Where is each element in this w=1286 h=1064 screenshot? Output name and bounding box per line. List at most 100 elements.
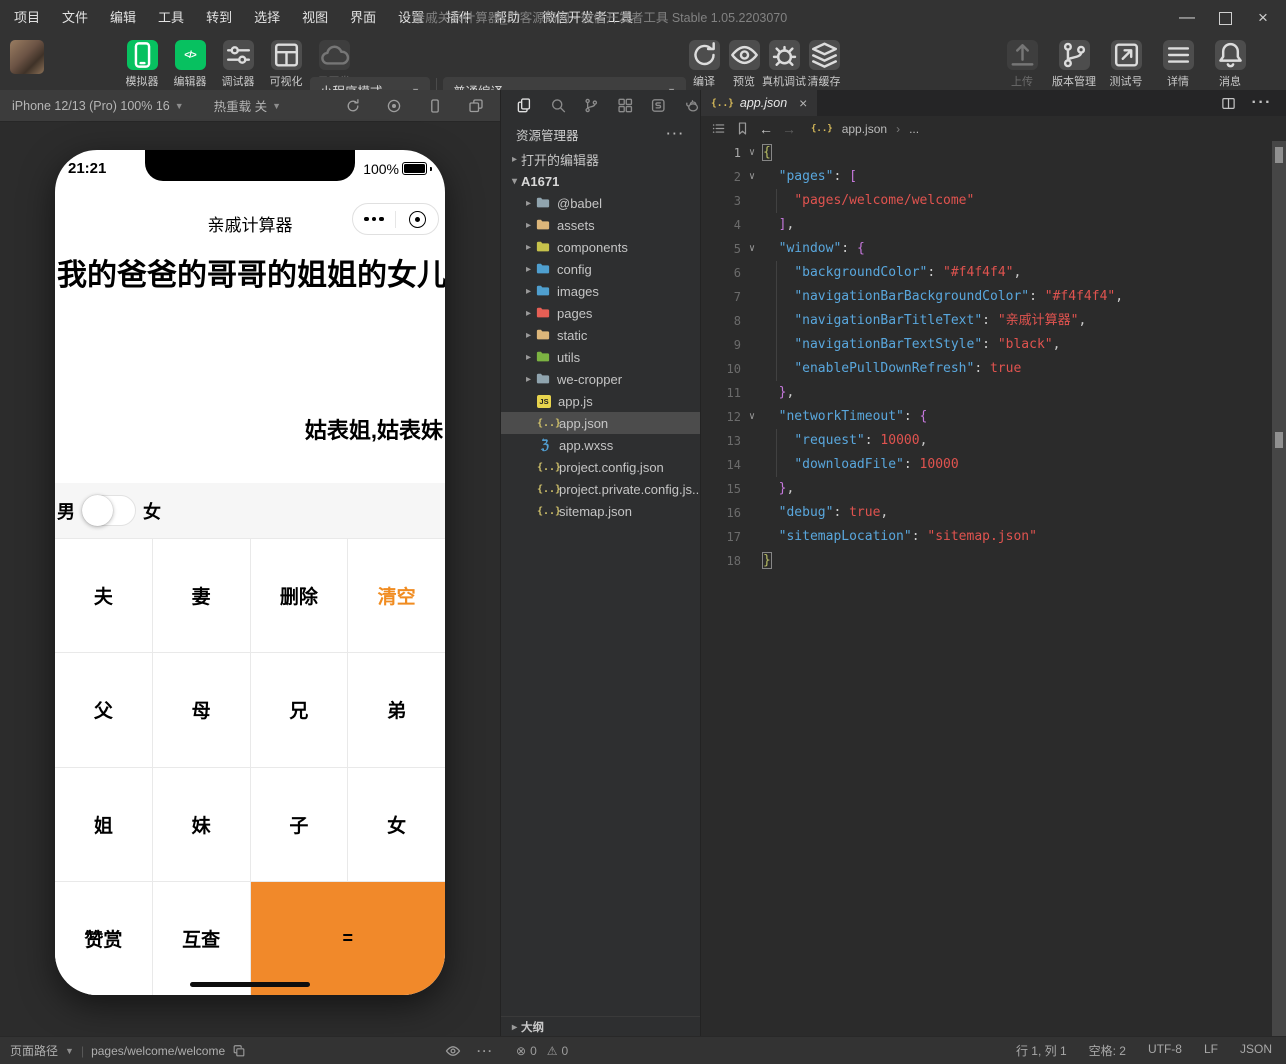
file-project.private.config.js...[interactable]: {..}project.private.config.js... [501, 478, 700, 500]
storage-icon[interactable] [650, 97, 667, 114]
explorer-more-button[interactable]: ··· [667, 127, 686, 141]
more-icon[interactable]: ··· [477, 1044, 494, 1058]
hot-reload-toggle[interactable]: 热重载 关 [214, 96, 267, 115]
key-=[interactable]: = [251, 882, 446, 995]
debugger-button[interactable]: 调试器 [214, 40, 262, 89]
messages-button[interactable]: 消息 [1204, 40, 1256, 89]
search-icon[interactable] [550, 97, 567, 114]
test-account-button[interactable]: 测试号 [1100, 40, 1152, 89]
tree-label: static [557, 328, 587, 343]
fold-chevron-icon[interactable]: ∨ [741, 405, 763, 429]
tree-utils[interactable]: ▸utils [501, 346, 700, 368]
fold-chevron-icon[interactable]: ∨ [741, 237, 763, 261]
key-妹[interactable]: 妹 [153, 768, 250, 881]
remote-debug-button[interactable]: 真机调试 [764, 40, 804, 89]
key-删除[interactable]: 删除 [251, 539, 348, 652]
key-兄[interactable]: 兄 [251, 653, 348, 766]
upload-label: 上传 [1011, 73, 1033, 89]
folder-icon [535, 306, 551, 320]
menu-item-选择[interactable]: 选择 [254, 0, 280, 36]
gender-switch[interactable] [82, 495, 136, 526]
tree-static[interactable]: ▸static [501, 324, 700, 346]
key-母[interactable]: 母 [153, 653, 250, 766]
status-item[interactable]: 行 1, 列 1 [1016, 1042, 1067, 1059]
key-妻[interactable]: 妻 [153, 539, 250, 652]
close-button[interactable]: × [1244, 0, 1282, 36]
more-button[interactable] [353, 204, 395, 234]
teapot-icon[interactable] [684, 97, 701, 114]
file-app.wxss[interactable]: ℨapp.wxss [501, 434, 700, 456]
branch-icon[interactable] [583, 97, 600, 114]
key-夫[interactable]: 夫 [55, 539, 152, 652]
tree-A1671[interactable]: ▾A1671 [501, 170, 700, 192]
tree-pages[interactable]: ▸pages [501, 302, 700, 324]
preview-button[interactable]: 预览 [724, 40, 764, 89]
more-actions-icon[interactable]: ··· [1252, 94, 1272, 112]
code-area[interactable]: 1∨{2∨ "pages": [3 "pages/welcome/welcome… [701, 141, 1272, 1037]
key-清空[interactable]: 清空 [348, 539, 445, 652]
file-project.config.json[interactable]: {..}project.config.json [501, 456, 700, 478]
key-弟[interactable]: 弟 [348, 653, 445, 766]
navigate-forward-icon[interactable]: → [782, 121, 796, 137]
tree-components[interactable]: ▸components [501, 236, 700, 258]
extensions-icon[interactable] [617, 97, 634, 114]
tree-we-cropper[interactable]: ▸we-cropper [501, 368, 700, 390]
device-icon[interactable] [427, 98, 443, 114]
windows-icon[interactable] [468, 98, 484, 114]
split-editor-icon[interactable] [1221, 96, 1236, 111]
visual-button[interactable]: 可视化 [262, 40, 310, 89]
device-selector[interactable]: iPhone 12/13 (Pro) 100% 16 [12, 99, 170, 113]
simulator-button[interactable]: 模拟器 [118, 40, 166, 89]
key-父[interactable]: 父 [55, 653, 152, 766]
key-互查[interactable]: 互查 [153, 882, 250, 995]
menu-item-项目[interactable]: 项目 [14, 0, 40, 36]
files-icon[interactable] [516, 97, 533, 114]
outline-list-icon[interactable] [711, 121, 726, 136]
file-app.json[interactable]: {..}app.json [501, 412, 700, 434]
refresh-icon[interactable] [345, 98, 361, 114]
key-子[interactable]: 子 [251, 768, 348, 881]
key-赞赏[interactable]: 赞赏 [55, 882, 152, 995]
menu-item-界面[interactable]: 界面 [350, 0, 376, 36]
editor-button[interactable]: </>编辑器 [166, 40, 214, 89]
key-姐[interactable]: 姐 [55, 768, 152, 881]
tree-assets[interactable]: ▸assets [501, 214, 700, 236]
bookmark-icon[interactable] [735, 121, 750, 136]
tab-app-json[interactable]: {..} app.json × [701, 90, 817, 116]
minimize-button[interactable]: — [1168, 0, 1206, 36]
outline-section[interactable]: ▸ 大纲 [501, 1016, 700, 1037]
problems-indicator[interactable]: ⊗ 0 ⚠ 0 [516, 1044, 568, 1058]
user-avatar[interactable] [10, 40, 44, 74]
menu-item-文件[interactable]: 文件 [62, 0, 88, 36]
close-tab-icon[interactable]: × [799, 95, 807, 111]
close-mini-program-button[interactable] [396, 204, 438, 234]
status-item[interactable]: JSON [1240, 1042, 1272, 1059]
tree-@babel[interactable]: ▸@babel [501, 192, 700, 214]
compile-button[interactable]: 编译 [684, 40, 724, 89]
file-app.js[interactable]: JSapp.js [501, 390, 700, 412]
copy-icon[interactable] [232, 1044, 246, 1058]
menu-item-编辑[interactable]: 编辑 [110, 0, 136, 36]
record-icon[interactable] [386, 98, 402, 114]
clear-cache-button[interactable]: 清缓存 [804, 40, 844, 89]
editor-scrollbar[interactable] [1272, 141, 1286, 1037]
maximize-button[interactable] [1206, 0, 1244, 36]
menu-item-视图[interactable]: 视图 [302, 0, 328, 36]
tree-[interactable]: ▸打开的编辑器 [501, 148, 700, 170]
key-女[interactable]: 女 [348, 768, 445, 881]
navigate-back-icon[interactable]: ← [759, 121, 773, 137]
file-sitemap.json[interactable]: {..}sitemap.json [501, 500, 700, 522]
page-path-label[interactable]: 页面路径 [10, 1042, 58, 1059]
tree-config[interactable]: ▸config [501, 258, 700, 280]
fold-chevron-icon[interactable]: ∨ [741, 165, 763, 189]
fold-chevron-icon[interactable]: ∨ [741, 141, 763, 165]
menu-item-转到[interactable]: 转到 [206, 0, 232, 36]
status-item[interactable]: 空格: 2 [1089, 1042, 1126, 1059]
menu-item-工具[interactable]: 工具 [158, 0, 184, 36]
eye-icon[interactable] [445, 1043, 461, 1059]
version-control-button[interactable]: 版本管理 [1048, 40, 1100, 89]
details-button[interactable]: 详情 [1152, 40, 1204, 89]
status-item[interactable]: LF [1204, 1042, 1218, 1059]
tree-images[interactable]: ▸images [501, 280, 700, 302]
status-item[interactable]: UTF-8 [1148, 1042, 1182, 1059]
